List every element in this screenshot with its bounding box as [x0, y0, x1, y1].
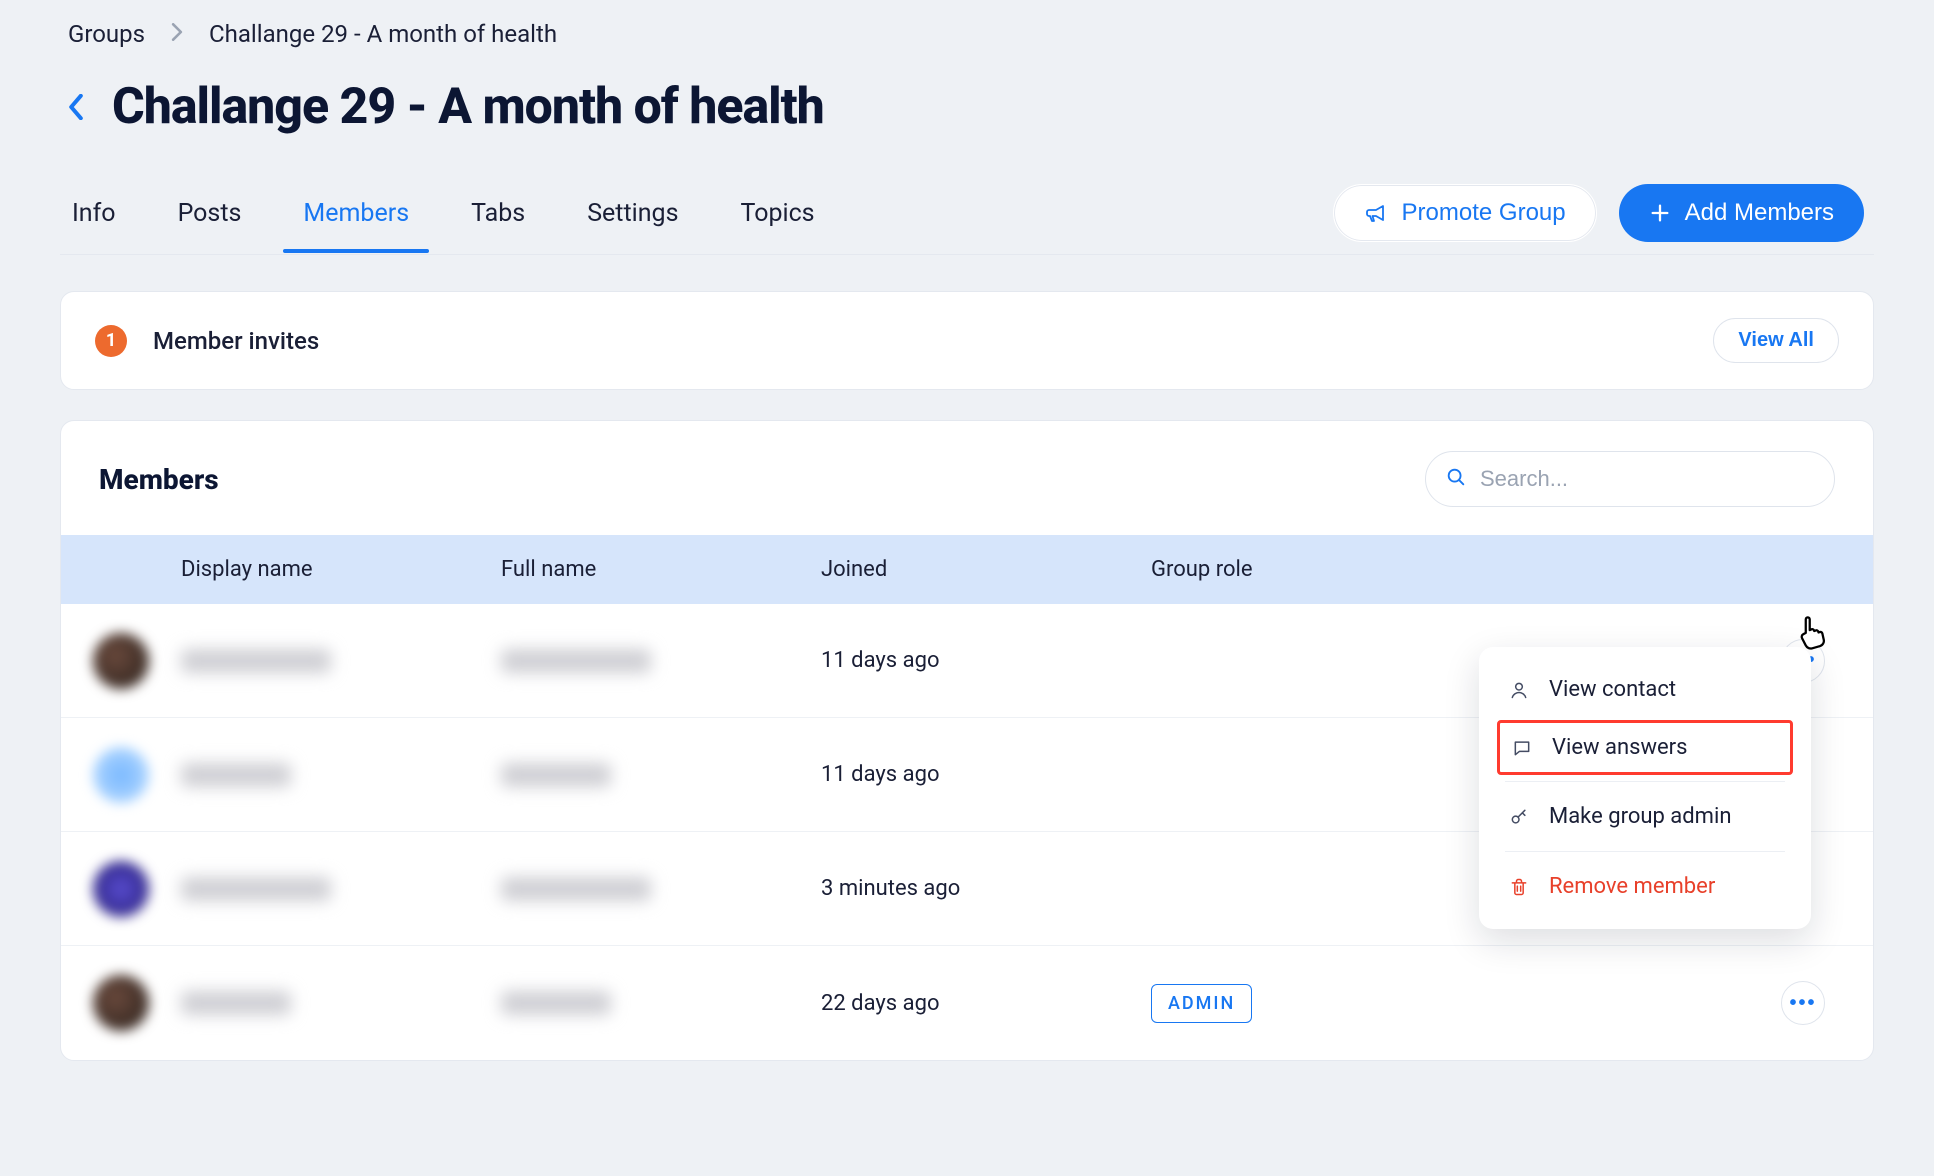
dropdown-make-admin-label: Make group admin — [1549, 804, 1731, 829]
row-actions-dropdown: View contact View answers Make group adm… — [1479, 647, 1811, 929]
user-icon — [1507, 680, 1531, 700]
dropdown-remove-member-label: Remove member — [1549, 874, 1715, 899]
members-card: Members Display name Full name Joined Gr… — [60, 420, 1874, 1061]
chat-icon — [1510, 738, 1534, 758]
dropdown-view-contact[interactable]: View contact — [1479, 661, 1811, 718]
dropdown-view-answers[interactable]: View answers — [1497, 720, 1793, 775]
dropdown-view-contact-label: View contact — [1549, 677, 1676, 702]
tab-posts[interactable]: Posts — [176, 187, 244, 252]
promote-group-button[interactable]: Promote Group — [1333, 184, 1597, 242]
add-members-button[interactable]: Add Members — [1619, 184, 1864, 242]
avatar — [93, 747, 149, 803]
dropdown-view-answers-label: View answers — [1552, 735, 1688, 760]
tab-topics[interactable]: Topics — [738, 187, 816, 252]
joined-cell: 22 days ago — [821, 991, 1151, 1016]
dropdown-divider — [1505, 851, 1785, 852]
tab-settings[interactable]: Settings — [585, 187, 680, 252]
full-name-redacted — [501, 991, 611, 1015]
display-name-redacted — [181, 991, 291, 1015]
avatar — [93, 633, 149, 689]
tab-tabs[interactable]: Tabs — [469, 187, 527, 252]
members-search-input[interactable] — [1425, 451, 1835, 507]
tab-info[interactable]: Info — [70, 187, 118, 252]
page-title: Challange 29 - A month of health — [112, 78, 824, 136]
member-invites-card: 1 Member invites View All — [60, 291, 1874, 390]
invites-label: Member invites — [153, 327, 1713, 355]
full-name-redacted — [501, 649, 651, 673]
key-icon — [1507, 807, 1531, 827]
col-group-role: Group role — [1151, 557, 1481, 582]
table-row: 22 days ago ADMIN ••• — [61, 946, 1873, 1060]
avatar — [93, 861, 149, 917]
promote-group-label: Promote Group — [1402, 199, 1566, 227]
display-name-redacted — [181, 877, 331, 901]
plus-icon — [1649, 202, 1671, 224]
display-name-redacted — [181, 763, 291, 787]
tab-members[interactable]: Members — [301, 187, 411, 252]
col-full-name: Full name — [501, 557, 821, 582]
breadcrumb: Groups Challange 29 - A month of health — [60, 20, 1874, 48]
joined-cell: 3 minutes ago — [821, 876, 1151, 901]
view-all-invites-button[interactable]: View All — [1713, 318, 1839, 363]
joined-cell: 11 days ago — [821, 762, 1151, 787]
chevron-right-icon — [171, 22, 183, 47]
row-more-button[interactable]: ••• — [1781, 981, 1825, 1025]
search-icon — [1445, 466, 1467, 492]
role-cell: ADMIN — [1151, 984, 1481, 1023]
dropdown-divider — [1505, 781, 1785, 782]
dropdown-remove-member[interactable]: Remove member — [1479, 858, 1811, 915]
breadcrumb-root[interactable]: Groups — [68, 20, 145, 48]
breadcrumb-current[interactable]: Challange 29 - A month of health — [209, 20, 557, 48]
full-name-redacted — [501, 877, 651, 901]
more-horizontal-icon: ••• — [1789, 992, 1816, 1015]
role-badge-admin: ADMIN — [1151, 984, 1252, 1023]
display-name-redacted — [181, 649, 331, 673]
dropdown-make-admin[interactable]: Make group admin — [1479, 788, 1811, 845]
back-icon[interactable] — [68, 94, 84, 120]
full-name-redacted — [501, 763, 611, 787]
trash-icon — [1507, 877, 1531, 897]
avatar — [93, 975, 149, 1031]
megaphone-icon — [1364, 201, 1388, 225]
members-title: Members — [99, 463, 1425, 496]
joined-cell: 11 days ago — [821, 648, 1151, 673]
add-members-label: Add Members — [1685, 199, 1834, 227]
col-display-name: Display name — [181, 557, 501, 582]
tabs: Info Posts Members Tabs Settings Topics — [70, 187, 1333, 252]
invites-count-badge: 1 — [95, 325, 127, 357]
col-joined: Joined — [821, 557, 1151, 582]
members-table-header: Display name Full name Joined Group role — [61, 535, 1873, 604]
